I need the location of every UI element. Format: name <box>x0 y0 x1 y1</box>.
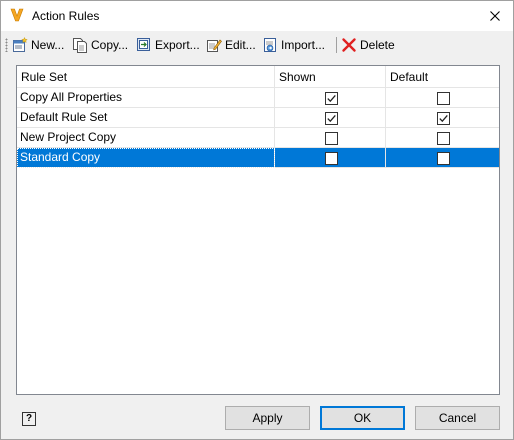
vault-logo-icon <box>10 8 24 22</box>
help-button[interactable]: ? <box>22 412 36 426</box>
default-cell <box>386 128 499 148</box>
delete-label: Delete <box>360 38 395 52</box>
default-cell <box>386 148 499 168</box>
ok-button[interactable]: OK <box>320 406 405 430</box>
delete-button[interactable]: Delete <box>341 35 395 55</box>
delete-icon <box>342 38 356 52</box>
shown-cell <box>275 108 386 128</box>
new-button[interactable]: New... <box>12 35 64 55</box>
export-label: Export... <box>155 38 200 52</box>
column-header-default[interactable]: Default <box>386 66 499 88</box>
import-icon <box>264 38 276 52</box>
new-icon <box>13 37 28 52</box>
new-label: New... <box>31 38 65 52</box>
rule-set-name[interactable]: New Project Copy <box>17 128 275 148</box>
rule-set-name[interactable]: Standard Copy <box>17 148 275 168</box>
list-row[interactable]: Default Rule Set <box>17 108 499 128</box>
export-icon <box>137 38 150 51</box>
rule-set-name[interactable]: Default Rule Set <box>17 108 275 128</box>
shown-checkbox[interactable] <box>325 112 338 125</box>
edit-icon <box>207 39 222 52</box>
shown-cell <box>275 128 386 148</box>
copy-label: Copy... <box>91 38 129 52</box>
shown-cell <box>275 148 386 168</box>
cancel-button[interactable]: Cancel <box>415 406 500 430</box>
list-header: Rule Set Shown Default <box>17 66 499 88</box>
shown-checkbox[interactable] <box>325 132 338 145</box>
toolbar-grip[interactable] <box>5 38 8 52</box>
list-row[interactable]: Standard Copy <box>17 148 499 168</box>
export-button[interactable]: Export... <box>136 35 200 55</box>
window-title: Action Rules <box>32 9 100 23</box>
column-header-rule-set[interactable]: Rule Set <box>17 66 275 88</box>
list-row[interactable]: New Project Copy <box>17 128 499 148</box>
shown-checkbox[interactable] <box>325 152 338 165</box>
shown-checkbox[interactable] <box>325 92 338 105</box>
close-icon <box>490 11 500 21</box>
copy-button[interactable]: Copy... <box>72 35 128 55</box>
import-label: Import... <box>281 38 326 52</box>
import-button[interactable]: Import... <box>262 35 325 55</box>
list-row[interactable]: Copy All Properties <box>17 88 499 108</box>
default-checkbox[interactable] <box>437 92 450 105</box>
edit-button[interactable]: Edit... <box>206 35 256 55</box>
shown-cell <box>275 88 386 108</box>
rule-set-list[interactable]: Rule Set Shown Default Copy All Properti… <box>16 65 500 395</box>
copy-icon <box>73 38 87 53</box>
apply-button[interactable]: Apply <box>225 406 310 430</box>
column-header-shown[interactable]: Shown <box>275 66 386 88</box>
default-checkbox[interactable] <box>437 132 450 145</box>
title-bar: Action Rules <box>1 1 513 31</box>
default-cell <box>386 88 499 108</box>
edit-label: Edit... <box>225 38 256 52</box>
checkmark-icon <box>327 114 336 123</box>
toolbar-separator <box>336 37 337 53</box>
toolbar: New... Copy... Export... Edit... Import.… <box>1 31 513 58</box>
default-cell <box>386 108 499 128</box>
rule-set-name[interactable]: Copy All Properties <box>17 88 275 108</box>
checkmark-icon <box>439 114 448 123</box>
action-rules-dialog: Action Rules New... Copy... Export... Ed… <box>0 0 514 440</box>
default-checkbox[interactable] <box>437 112 450 125</box>
default-checkbox[interactable] <box>437 152 450 165</box>
checkmark-icon <box>327 94 336 103</box>
close-button[interactable] <box>477 1 513 31</box>
